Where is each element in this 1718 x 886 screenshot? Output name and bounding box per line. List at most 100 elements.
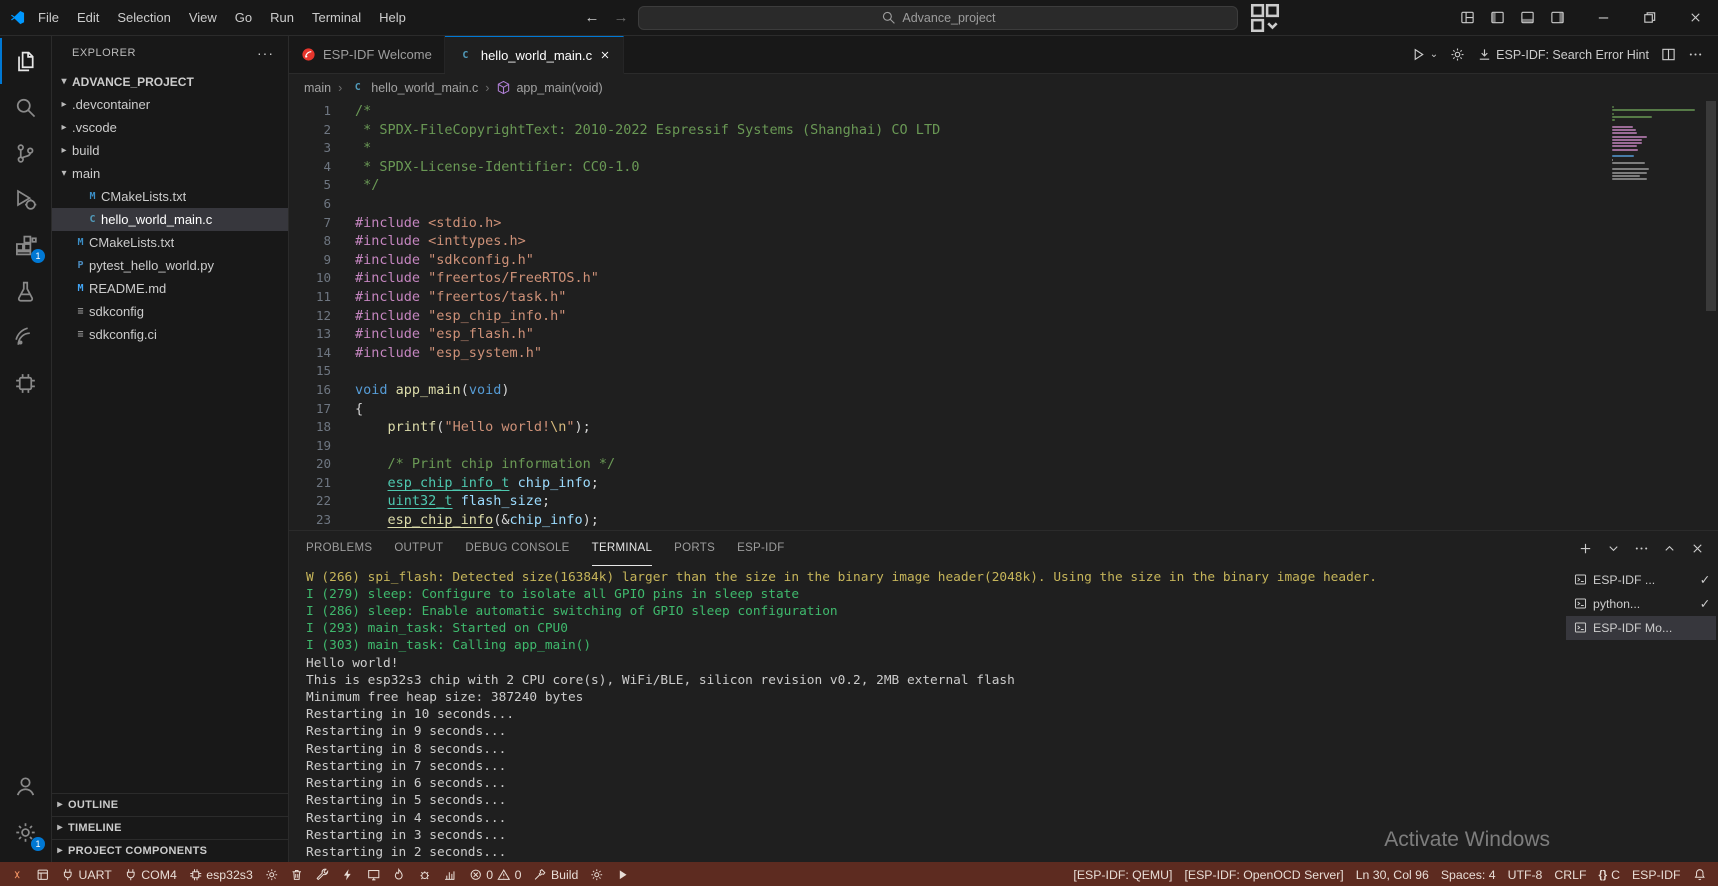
command-center-search[interactable]: Advance_project — [638, 6, 1238, 30]
panel-tab-terminal[interactable]: TERMINAL — [592, 531, 653, 566]
toggle-secondary-sidebar-button[interactable] — [1542, 3, 1572, 33]
status-run-task[interactable] — [610, 862, 636, 886]
maximize-panel-button[interactable] — [1658, 537, 1680, 559]
code-area[interactable]: 1/*2 * SPDX-FileCopyrightText: 2010-2022… — [289, 101, 1608, 530]
new-terminal-button[interactable] — [1574, 537, 1596, 559]
status-build-project[interactable] — [310, 862, 336, 886]
terminal-list-item[interactable]: ESP-IDF ...✓ — [1566, 568, 1716, 592]
run-dropdown-button[interactable]: ⌄ — [1406, 43, 1443, 66]
activity-esp-idf-explorer[interactable] — [0, 360, 51, 406]
breadcrumb-item[interactable]: main — [304, 81, 331, 95]
activity-run-and-debug[interactable] — [0, 176, 51, 222]
menu-edit[interactable]: Edit — [68, 0, 108, 35]
back-arrow-icon[interactable]: ← — [584, 9, 599, 26]
ellipsis-icon[interactable]: ··· — [257, 45, 274, 61]
minimize-button[interactable] — [1580, 0, 1626, 35]
tree-item[interactable]: MCMakeLists.txt — [52, 231, 288, 254]
status-encoding[interactable]: UTF-8 — [1502, 862, 1549, 886]
close-window-button[interactable] — [1672, 0, 1718, 35]
activity-accounts[interactable] — [0, 764, 51, 810]
tree-item[interactable]: MREADME.md — [52, 277, 288, 300]
tree-item[interactable]: ≡sdkconfig — [52, 300, 288, 323]
tab-hello-world-main-c[interactable]: Chello_world_main.c — [445, 36, 624, 74]
profile-grid-icon[interactable] — [1248, 3, 1282, 33]
breadcrumb-item[interactable]: app_main(void) — [496, 80, 602, 95]
menu-file[interactable]: File — [29, 0, 68, 35]
tab-esp-idf-welcome[interactable]: ESP-IDF Welcome — [289, 36, 445, 73]
status-project-workspace[interactable] — [30, 862, 56, 886]
activity-source-control[interactable] — [0, 130, 51, 176]
menu-selection[interactable]: Selection — [108, 0, 179, 35]
menu-help[interactable]: Help — [370, 0, 415, 35]
tree-item[interactable]: ▸.devcontainer — [52, 93, 288, 116]
settings-button[interactable] — [1445, 43, 1470, 66]
search-error-hint-button[interactable]: ESP-IDF: Search Error Hint — [1472, 43, 1654, 66]
activity-testing[interactable] — [0, 268, 51, 314]
menu-view[interactable]: View — [180, 0, 226, 35]
status-indentation[interactable]: Spaces: 4 — [1435, 862, 1502, 886]
close-panel-button[interactable] — [1686, 537, 1708, 559]
activity-search[interactable] — [0, 84, 51, 130]
status-settings-task[interactable] — [584, 862, 610, 886]
menu-terminal[interactable]: Terminal — [303, 0, 370, 35]
panel-tab-esp-idf[interactable]: ESP-IDF — [737, 531, 784, 566]
toggle-primary-sidebar-button[interactable] — [1482, 3, 1512, 33]
close-icon[interactable] — [599, 49, 611, 61]
status-flash-device[interactable] — [335, 862, 361, 886]
activity-manage[interactable]: 1 — [0, 810, 51, 856]
panel-tab-output[interactable]: OUTPUT — [394, 531, 443, 566]
status-problems[interactable]: 00 — [463, 862, 528, 886]
activity-explorer[interactable] — [0, 38, 51, 84]
tree-item[interactable]: Ppytest_hello_world.py — [52, 254, 288, 277]
status-language-mode[interactable]: {}C — [1593, 862, 1626, 886]
more-actions-button[interactable] — [1683, 43, 1708, 66]
status-monitor-device[interactable] — [361, 862, 387, 886]
terminal-list-item[interactable]: ESP-IDF Mo... — [1566, 616, 1716, 640]
status-openocd-server[interactable]: [ESP-IDF: OpenOCD Server] — [1178, 862, 1349, 886]
activity-espressif-idf[interactable] — [0, 314, 51, 360]
restore-button[interactable] — [1626, 0, 1672, 35]
menu-run[interactable]: Run — [261, 0, 303, 35]
customize-layout-button[interactable] — [1452, 3, 1482, 33]
tree-item[interactable]: ≡sdkconfig.ci — [52, 323, 288, 346]
status-flash-method[interactable]: UART — [55, 862, 118, 886]
status-notifications[interactable] — [1687, 862, 1713, 886]
terminal-list-item[interactable]: python...✓ — [1566, 592, 1716, 616]
editor-scrollbar[interactable] — [1704, 101, 1718, 530]
status-remote-indicator[interactable] — [4, 862, 30, 886]
section-project-components[interactable]: ▸PROJECT COMPONENTS — [52, 839, 288, 862]
status-build-task[interactable]: Build — [527, 862, 584, 886]
section-outline[interactable]: ▸OUTLINE — [52, 793, 288, 816]
status-device-target[interactable]: esp32s3 — [183, 862, 259, 886]
tree-item[interactable]: MCMakeLists.txt — [52, 185, 288, 208]
toggle-panel-button[interactable] — [1512, 3, 1542, 33]
activity-extensions[interactable]: 1 — [0, 222, 51, 268]
tree-item[interactable]: Chello_world_main.c — [52, 208, 288, 231]
status-esp-idf-extension[interactable]: ESP-IDF — [1626, 862, 1687, 886]
panel-tab-ports[interactable]: PORTS — [674, 531, 715, 566]
tree-item[interactable]: ▾main — [52, 162, 288, 185]
status-idf-size[interactable] — [437, 862, 463, 886]
status-full-clean[interactable] — [284, 862, 310, 886]
minimap[interactable] — [1608, 101, 1704, 530]
tree-item[interactable]: ▸.vscode — [52, 116, 288, 139]
forward-arrow-icon[interactable]: → — [613, 9, 628, 26]
breadcrumb-item[interactable]: Chello_world_main.c — [349, 81, 478, 95]
panel-tab-debug-console[interactable]: DEBUG CONSOLE — [465, 531, 569, 566]
menu-go[interactable]: Go — [226, 0, 261, 35]
panel-more-actions-button[interactable] — [1630, 537, 1652, 559]
status-menuconfig[interactable] — [259, 862, 285, 886]
tree-item[interactable]: ▸build — [52, 139, 288, 162]
status-serial-port[interactable]: COM4 — [118, 862, 183, 886]
status-debug[interactable] — [412, 862, 438, 886]
panel-tab-problems[interactable]: PROBLEMS — [306, 531, 372, 566]
status-qemu[interactable]: [ESP-IDF: QEMU] — [1067, 862, 1178, 886]
status-eol[interactable]: CRLF — [1548, 862, 1592, 886]
status-build-flash-monitor[interactable] — [386, 862, 412, 886]
split-editor-button[interactable] — [1656, 43, 1681, 66]
status-cursor-position[interactable]: Ln 30, Col 96 — [1350, 862, 1435, 886]
terminal-profile-dropdown[interactable] — [1602, 537, 1624, 559]
scrollbar-thumb[interactable] — [1706, 101, 1716, 311]
code-editor[interactable]: 1/*2 * SPDX-FileCopyrightText: 2010-2022… — [289, 101, 1718, 530]
terminal-output[interactable]: W (266) spi_flash: Detected size(16384k)… — [289, 566, 1566, 862]
